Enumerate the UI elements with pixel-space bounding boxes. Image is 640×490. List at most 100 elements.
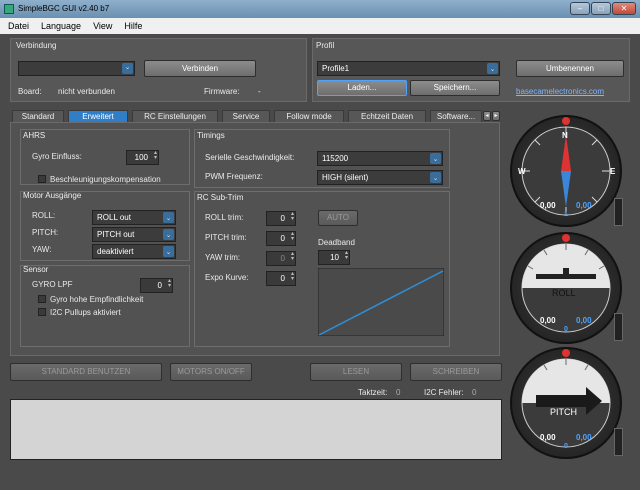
close-button[interactable]: ✕ (612, 2, 636, 15)
board-label: Board: (18, 87, 42, 96)
pwm-select[interactable]: HIGH (silent) ⌄ (317, 170, 443, 185)
firmware-label: Firmware: (204, 87, 240, 96)
tab-software[interactable]: Software... (430, 110, 482, 122)
roll-out-select[interactable]: ROLL out ⌄ (92, 210, 176, 225)
chevron-down-icon: ⌄ (487, 63, 498, 74)
pitch-power-meter (614, 428, 623, 456)
maximize-button[interactable]: □ (591, 2, 611, 15)
tab-echtzeit-daten[interactable]: Echtzeit Daten (348, 110, 426, 122)
tab-scroll-right[interactable]: ▸ (492, 111, 500, 121)
rename-button[interactable]: Umbenennen (516, 60, 624, 77)
menu-datei[interactable]: Datei (8, 21, 29, 31)
cycle-time-value: 0 (396, 388, 401, 397)
expo-curve-graph (318, 268, 444, 336)
sensor-title: Sensor (23, 265, 49, 274)
minimize-button[interactable]: – (570, 2, 590, 15)
firmware-value: - (258, 87, 261, 96)
read-button[interactable]: LESEN (310, 363, 402, 381)
gyro-label: Gyro Einfluss: (32, 152, 82, 161)
roll-trim-label: ROLL trim: (205, 213, 244, 222)
deadband-spinner[interactable]: 10 ▴ ▾ (318, 250, 350, 265)
serial-speed-select[interactable]: 115200 ⌄ (317, 151, 443, 166)
profile-title: Profil (316, 41, 335, 50)
spinner-arrows-icon: ▴ ▾ (344, 250, 348, 261)
tab-service[interactable]: Service (222, 110, 270, 122)
accel-comp-label: Beschleunigungskompensation (50, 175, 161, 184)
motor-title: Motor Ausgänge (23, 191, 82, 200)
pwm-label: PWM Frequenz: (205, 172, 263, 181)
connect-button[interactable]: Verbinden (144, 60, 256, 77)
serial-speed-label: Serielle Geschwindigkeit: (205, 153, 295, 162)
gyro-spinner[interactable]: 100 ▴ ▾ (126, 150, 159, 165)
motors-button[interactable]: MOTORS ON/OFF (170, 363, 252, 381)
port-select[interactable]: ⌄ (18, 61, 135, 76)
tab-rc-einstellungen[interactable]: RC Einstellungen (132, 110, 218, 122)
compass-e-label: E (610, 167, 616, 176)
pitch-trim-spinner[interactable]: 0 ▴ ▾ (266, 231, 296, 246)
ahrs-title: AHRS (23, 131, 46, 140)
menu-bar: Datei Language View Hilfe (0, 18, 640, 34)
tab-erweitert[interactable]: Erweitert (68, 110, 128, 122)
spinner-arrows-icon: ▴ ▾ (290, 251, 294, 262)
compass-n-label: N (562, 131, 568, 140)
gyro-high-label: Gyro hohe Empfindlichkeit (50, 295, 144, 304)
roll-trim-spinner[interactable]: 0 ▴ ▾ (266, 211, 296, 226)
log-area (10, 399, 502, 460)
profile-select[interactable]: Profile1 ⌄ (317, 61, 500, 76)
deadband-label: Deadband (318, 238, 355, 247)
spinner-arrows-icon: ▴ ▾ (290, 231, 294, 242)
pitch-out-select[interactable]: PITCH out ⌄ (92, 227, 176, 242)
menu-language[interactable]: Language (41, 21, 81, 31)
spinner-arrows-icon: ▴ ▾ (167, 278, 171, 289)
roll-value-2: 0,00 (576, 316, 592, 325)
yaw-trim-spinner[interactable]: 0 ▴ ▾ (266, 251, 296, 266)
gyro-lpf-label: GYRO LPF (32, 280, 73, 289)
roll-marker-icon (562, 234, 570, 242)
tab-standard[interactable]: Standard (12, 110, 64, 122)
pitch-value-3: 0 (564, 443, 568, 450)
expo-spinner[interactable]: 0 ▴ ▾ (266, 271, 296, 286)
rc-subtrim-title: RC Sub-Trim (197, 193, 244, 202)
title-bar: SimpleBGC GUI v2.40 b7 – □ ✕ (0, 0, 640, 18)
roll-label: ROLL (552, 288, 576, 298)
tab-follow-mode[interactable]: Follow mode (274, 110, 344, 122)
gyro-lpf-spinner[interactable]: 0 ▴ ▾ (140, 278, 173, 293)
save-button[interactable]: Speichern... (410, 80, 500, 96)
load-button[interactable]: Laden... (317, 80, 407, 96)
write-button[interactable]: SCHREIBEN (410, 363, 502, 381)
window-title: SimpleBGC GUI v2.40 b7 (18, 4, 110, 13)
roll-out-label: ROLL: (32, 211, 56, 220)
accel-comp-checkbox[interactable] (38, 175, 46, 183)
timings-title: Timings (197, 131, 225, 140)
pitch-trim-label: PITCH trim: (205, 233, 247, 242)
app-icon (4, 4, 14, 14)
yaw-out-select[interactable]: deaktiviert ⌄ (92, 244, 176, 259)
auto-button[interactable]: AUTO (318, 210, 358, 226)
i2c-pullups-checkbox[interactable] (38, 308, 46, 316)
chevron-down-icon: ⌄ (163, 229, 174, 240)
menu-view[interactable]: View (93, 21, 112, 31)
i2c-errors-label: I2C Fehler: (424, 388, 464, 397)
tab-scroll-left[interactable]: ◂ (483, 111, 491, 121)
website-link[interactable]: basecamelectronics.com (516, 87, 604, 96)
pitch-value-2: 0,00 (576, 433, 592, 442)
cycle-time-label: Taktzeit: (358, 388, 388, 397)
yaw-gauge: N W E 0,00 0,00 1 (510, 115, 622, 227)
roll-value-3: 0 (564, 326, 568, 333)
i2c-pullups-label: I2C Pullups aktiviert (50, 308, 121, 317)
yaw-out-label: YAW: (32, 245, 52, 254)
pitch-face (521, 358, 611, 448)
defaults-button[interactable]: STANDARD BENUTZEN (10, 363, 162, 381)
pitch-gauge: PITCH 0,00 0,00 0 (510, 347, 622, 459)
pitch-label: PITCH (550, 407, 577, 417)
spinner-arrows-icon: ▴ ▾ (290, 211, 294, 222)
gyro-high-checkbox[interactable] (38, 295, 46, 303)
yaw-marker-icon (562, 117, 570, 125)
expo-label: Expo Kurve: (205, 273, 249, 282)
roll-gauge: ROLL 0,00 0,00 0 (510, 232, 622, 344)
chevron-down-icon: ⌄ (163, 212, 174, 223)
chevron-down-icon: ⌄ (430, 153, 441, 164)
roll-value-1: 0,00 (540, 316, 556, 325)
menu-hilfe[interactable]: Hilfe (124, 21, 142, 31)
yaw-value-2: 0,00 (576, 201, 592, 210)
